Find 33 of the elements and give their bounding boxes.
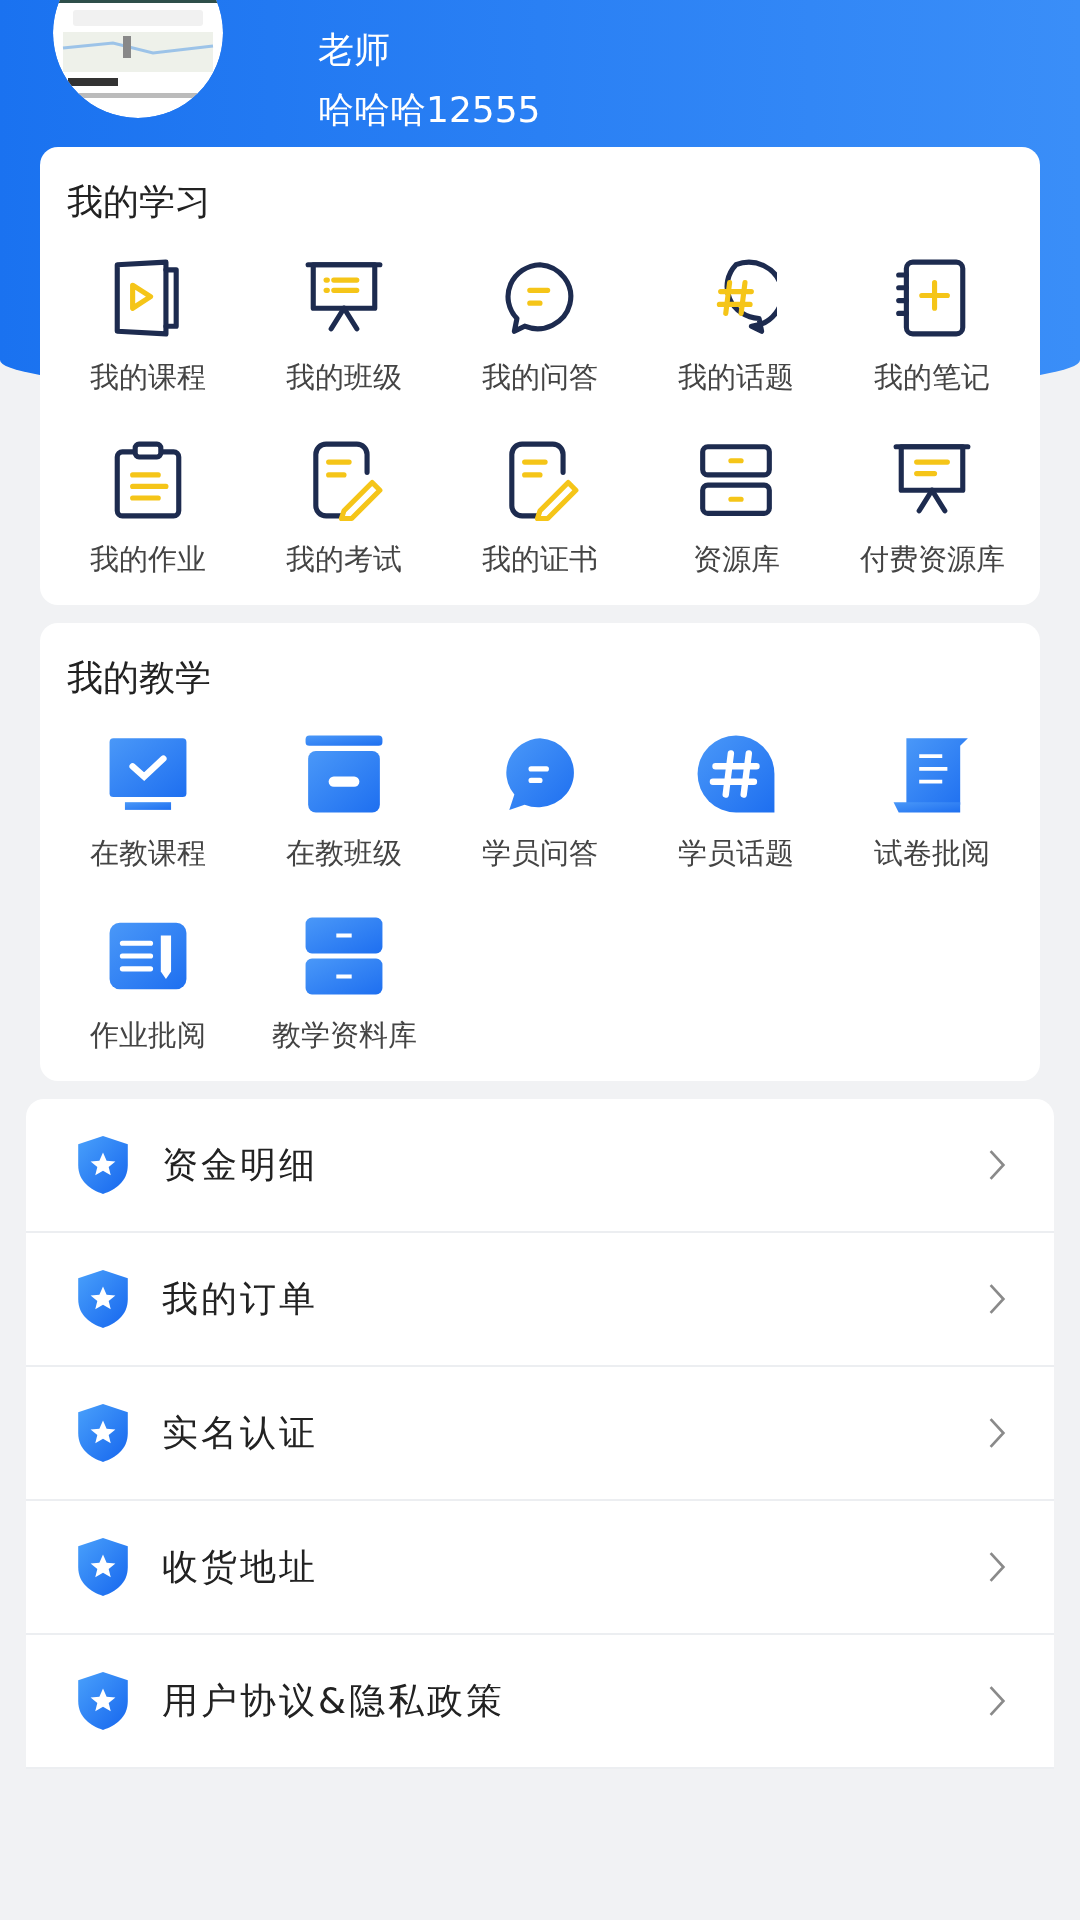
feature-item[interactable]: 我的课程 bbox=[50, 257, 246, 397]
feature-item[interactable]: 我的作业 bbox=[50, 439, 246, 579]
box-icon bbox=[303, 733, 385, 815]
feature-item[interactable]: 付费资源库 bbox=[834, 439, 1030, 579]
chevron-right-icon bbox=[988, 1685, 1006, 1717]
feature-item[interactable]: 作业批阅 bbox=[50, 915, 246, 1055]
feature-item[interactable]: 资源库 bbox=[638, 439, 834, 579]
feature-item[interactable]: 我的问答 bbox=[442, 257, 638, 397]
feature-item[interactable]: 在教班级 bbox=[246, 733, 442, 873]
user-role: 老师 bbox=[318, 28, 391, 72]
menu-row[interactable]: 用户协议&隐私政策 bbox=[26, 1635, 1054, 1769]
chevron-right-icon bbox=[988, 1417, 1006, 1449]
chevron-right-icon bbox=[988, 1283, 1006, 1315]
feature-item[interactable]: 我的证书 bbox=[442, 439, 638, 579]
menu-row[interactable]: 实名认证 bbox=[26, 1367, 1054, 1501]
feature-item[interactable]: 我的班级 bbox=[246, 257, 442, 397]
feature-item[interactable]: 在教课程 bbox=[50, 733, 246, 873]
feature-item[interactable]: 学员话题 bbox=[638, 733, 834, 873]
user-name: 哈哈哈12555 bbox=[318, 88, 541, 132]
section-title: 我的教学 bbox=[66, 656, 212, 700]
feature-item[interactable]: 我的话题 bbox=[638, 257, 834, 397]
menu-row[interactable]: 资金明细 bbox=[26, 1099, 1054, 1233]
feature-item[interactable]: 我的笔记 bbox=[834, 257, 1030, 397]
drawers-icon bbox=[303, 915, 385, 997]
chevron-right-icon bbox=[988, 1149, 1006, 1181]
menu-row[interactable]: 收货地址 bbox=[26, 1501, 1054, 1635]
feature-item[interactable]: 教学资料库 bbox=[246, 915, 442, 1055]
menu-row[interactable]: 我的订单 bbox=[26, 1233, 1054, 1367]
feature-item[interactable]: 学员问答 bbox=[442, 733, 638, 873]
feature-item[interactable]: 试卷批阅 bbox=[834, 733, 1030, 873]
chevron-right-icon bbox=[988, 1551, 1006, 1583]
section-title: 我的学习 bbox=[66, 180, 212, 224]
feature-item[interactable]: 我的考试 bbox=[246, 439, 442, 579]
